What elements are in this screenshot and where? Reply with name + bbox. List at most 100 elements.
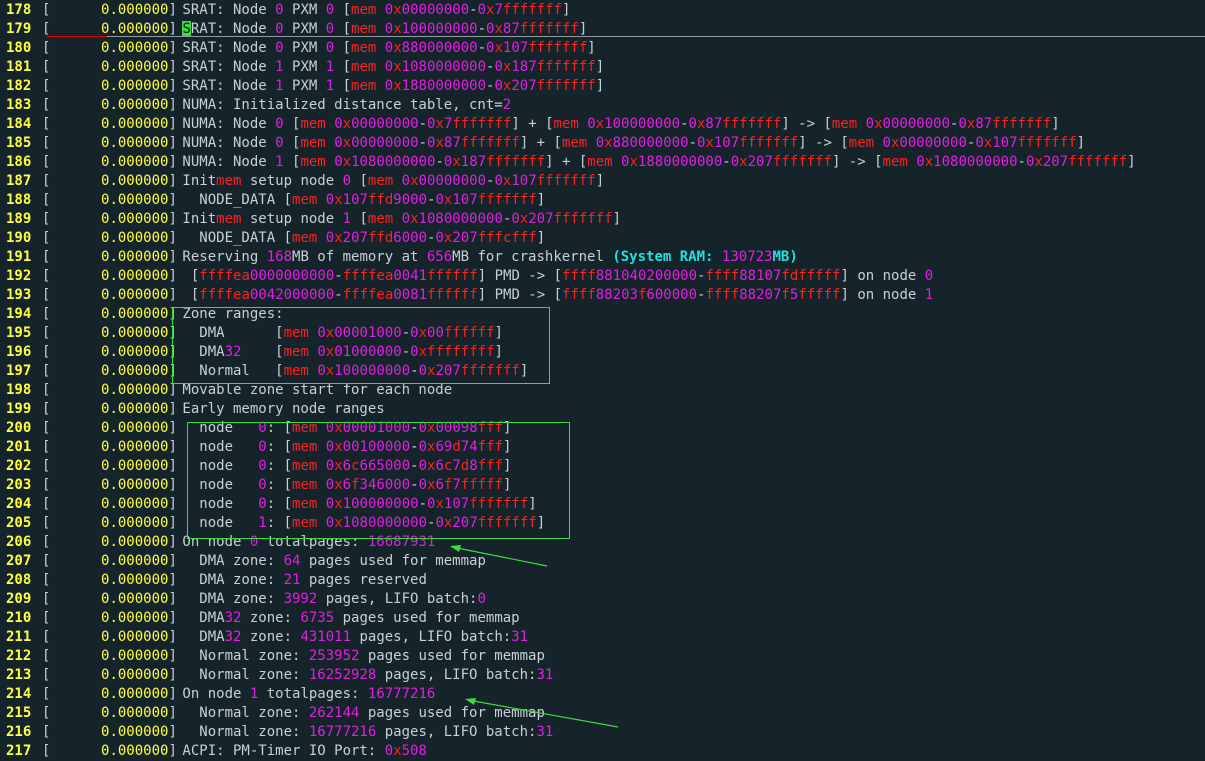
- timestamp: [ 0.000000]: [42, 534, 177, 550]
- timestamp: [ 0.000000]: [42, 553, 177, 569]
- line-number: 181: [6, 59, 32, 75]
- log-line: 197 [ 0.000000] Normal [mem 0x100000000-0…: [0, 362, 528, 381]
- timestamp: [ 0.000000]: [42, 287, 177, 303]
- timestamp: [ 0.000000]: [42, 249, 177, 265]
- line-number: 211: [6, 629, 32, 645]
- timestamp: [ 0.000000]: [42, 610, 177, 626]
- timestamp: [ 0.000000]: [42, 420, 177, 436]
- log-message: Reserving 168MB of memory at 656MB for c…: [174, 249, 798, 265]
- log-line: 194 [ 0.000000] Zone ranges:: [0, 305, 284, 324]
- text-cursor: S: [182, 21, 191, 37]
- log-message: NUMA: Node 0 [mem 0x00000000-0x7fffffff]…: [174, 116, 1060, 132]
- log-message: SRAT: Node 0 PXM 0 [mem 0x880000000-0x10…: [174, 40, 596, 56]
- line-number: 203: [6, 477, 32, 493]
- line-number: 193: [6, 287, 32, 303]
- log-message: DMA32 zone: 431011 pages, LIFO batch:31: [174, 629, 529, 645]
- line-number: 210: [6, 610, 32, 626]
- line-number: 186: [6, 154, 32, 170]
- timestamp: [ 0.000000]: [42, 306, 177, 322]
- log-line: 182 [ 0.000000] SRAT: Node 1 PXM 1 [mem 0…: [0, 77, 604, 96]
- line-number: 183: [6, 97, 32, 113]
- log-line: 211 [ 0.000000] DMA32 zone: 431011 pages,…: [0, 628, 528, 647]
- timestamp: [ 0.000000]: [42, 268, 177, 284]
- timestamp: [ 0.000000]: [42, 743, 177, 759]
- log-message: Normal zone: 16777216 pages, LIFO batch:…: [174, 724, 554, 740]
- log-message: DMA zone: 64 pages used for memmap: [174, 553, 486, 569]
- timestamp: [ 0.000000]: [42, 591, 177, 607]
- line-number: 187: [6, 173, 32, 189]
- log-message: SRAT: Node 1 PXM 1 [mem 0x1080000000-0x1…: [174, 59, 605, 75]
- line-number: 216: [6, 724, 32, 740]
- log-message: node 1: [mem 0x1080000000-0x207fffffff]: [174, 515, 546, 531]
- timestamp: [ 0.000000]: [42, 363, 177, 379]
- log-message: Normal zone: 253952 pages used for memma…: [174, 648, 545, 664]
- log-message: DMA32 [mem 0x01000000-0xffffffff]: [174, 344, 503, 360]
- timestamp: [ 0.000000]: [42, 40, 177, 56]
- line-number: 205: [6, 515, 32, 531]
- log-line: 199 [ 0.000000] Early memory node ranges: [0, 400, 385, 419]
- timestamp: [ 0.000000]: [42, 705, 177, 721]
- timestamp: [ 0.000000]: [42, 97, 177, 113]
- timestamp: [ 0.000000]: [42, 572, 177, 588]
- timestamp: [ 0.000000]: [42, 154, 177, 170]
- log-message: Normal zone: 262144 pages used for memma…: [174, 705, 545, 721]
- line-number: 198: [6, 382, 32, 398]
- log-message: On node 1 totalpages: 16777216: [174, 686, 436, 702]
- timestamp: [ 0.000000]: [42, 325, 177, 341]
- timestamp: [ 0.000000]: [42, 230, 177, 246]
- line-number: 200: [6, 420, 32, 436]
- log-message: Initmem setup node 1 [mem 0x1080000000-0…: [174, 211, 622, 227]
- line-number: 212: [6, 648, 32, 664]
- log-line: 185 [ 0.000000] NUMA: Node 0 [mem 0x00000…: [0, 134, 1085, 153]
- log-message: node 0: [mem 0x100000000-0x107fffffff]: [174, 496, 537, 512]
- log-message: node 0: [mem 0x00001000-0x00098fff]: [174, 420, 512, 436]
- log-message: Movable zone start for each node: [174, 382, 453, 398]
- log-message: SRAT: Node 1 PXM 1 [mem 0x1880000000-0x2…: [174, 78, 605, 94]
- line-number: 184: [6, 116, 32, 132]
- log-line: 192 [ 0.000000] [ffffea0000000000-ffffea0…: [0, 267, 933, 286]
- timestamp: [ 0.000000]: [42, 515, 177, 531]
- timestamp: [ 0.000000]: [42, 344, 177, 360]
- timestamp: [ 0.000000]: [42, 686, 177, 702]
- timestamp: [ 0.000000]: [42, 496, 177, 512]
- log-line: 216 [ 0.000000] Normal zone: 16777216 pag…: [0, 723, 553, 742]
- cursor-line-marker: [47, 36, 107, 37]
- line-number: 180: [6, 40, 32, 56]
- log-line: 181 [ 0.000000] SRAT: Node 1 PXM 1 [mem 0…: [0, 58, 604, 77]
- log-line: 201 [ 0.000000] node 0: [mem 0x00100000-0…: [0, 438, 511, 457]
- log-line: 213 [ 0.000000] Normal zone: 16252928 pag…: [0, 666, 553, 685]
- log-line: 184 [ 0.000000] NUMA: Node 0 [mem 0x00000…: [0, 115, 1060, 134]
- timestamp: [ 0.000000]: [42, 192, 177, 208]
- log-message: [ffffea0000000000-ffffea0041ffffff] PMD …: [174, 268, 934, 284]
- cursor-line-divider: [47, 36, 1205, 37]
- log-message: node 0: [mem 0x00100000-0x69d74fff]: [174, 439, 512, 455]
- timestamp: [ 0.000000]: [42, 401, 177, 417]
- log-line: 214 [ 0.000000] On node 1 totalpages: 167…: [0, 685, 435, 704]
- log-line: 215 [ 0.000000] Normal zone: 262144 pages…: [0, 704, 545, 723]
- log-message: Normal [mem 0x100000000-0x207fffffff]: [174, 363, 529, 379]
- line-number: 209: [6, 591, 32, 607]
- log-message: DMA zone: 3992 pages, LIFO batch:0: [174, 591, 486, 607]
- line-number: 199: [6, 401, 32, 417]
- line-number: 207: [6, 553, 32, 569]
- log-line: 195 [ 0.000000] DMA [mem 0x00001000-0x00f…: [0, 324, 503, 343]
- timestamp: [ 0.000000]: [42, 173, 177, 189]
- line-number: 192: [6, 268, 32, 284]
- log-message: NUMA: Node 1 [mem 0x1080000000-0x187ffff…: [174, 154, 1136, 170]
- log-line: 206 [ 0.000000] On node 0 totalpages: 166…: [0, 533, 435, 552]
- terminal-window[interactable]: 178 [ 0.000000] SRAT: Node 0 PXM 0 [mem 0…: [0, 0, 1205, 759]
- log-line: 209 [ 0.000000] DMA zone: 3992 pages, LIF…: [0, 590, 486, 609]
- line-number: 190: [6, 230, 32, 246]
- log-line: 208 [ 0.000000] DMA zone: 21 pages reserv…: [0, 571, 427, 590]
- log-message: DMA [mem 0x00001000-0x00ffffff]: [174, 325, 503, 341]
- log-message: NUMA: Initialized distance table, cnt=2: [174, 97, 512, 113]
- line-number: 179: [6, 21, 32, 37]
- log-message: DMA32 zone: 6735 pages used for memmap: [174, 610, 520, 626]
- line-number: 178: [6, 2, 32, 18]
- log-message: Initmem setup node 0 [mem 0x00000000-0x1…: [174, 173, 605, 189]
- line-number: 189: [6, 211, 32, 227]
- log-line: 188 [ 0.000000] NODE_DATA [mem 0x107ffd90…: [0, 191, 545, 210]
- log-line: 203 [ 0.000000] node 0: [mem 0x6f346000-0…: [0, 476, 511, 495]
- log-line: 217[ 0.000000] ACPI: PM-Timer IO Port: 0…: [0, 742, 427, 761]
- log-line: 205 [ 0.000000] node 1: [mem 0x1080000000…: [0, 514, 545, 533]
